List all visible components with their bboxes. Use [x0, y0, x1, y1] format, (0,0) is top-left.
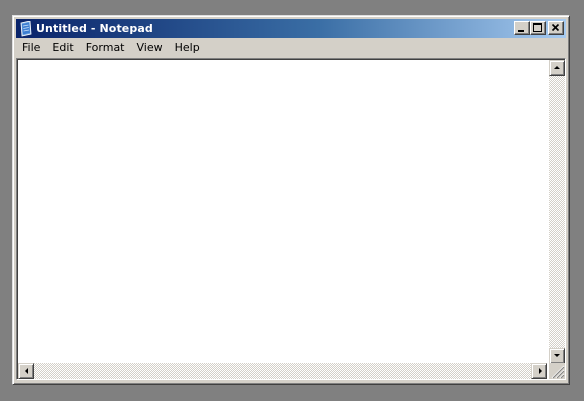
- maximize-button[interactable]: [530, 21, 546, 35]
- scroll-down-arrow-icon: [554, 354, 560, 357]
- menu-bar: File Edit Format View Help: [16, 39, 566, 57]
- text-editor[interactable]: [18, 60, 547, 364]
- menu-format[interactable]: Format: [80, 40, 131, 56]
- close-icon: [551, 23, 560, 32]
- window-title: Untitled - Notepad: [36, 22, 153, 35]
- scroll-up-arrow-icon: [554, 66, 560, 69]
- size-grip-icon[interactable]: [549, 363, 565, 379]
- minimize-button[interactable]: [514, 21, 530, 35]
- close-button[interactable]: [548, 21, 564, 35]
- vertical-scrollbar[interactable]: [549, 60, 565, 364]
- notepad-icon[interactable]: [19, 20, 33, 37]
- minimize-icon: [518, 30, 524, 32]
- edit-area: [17, 59, 565, 379]
- scroll-right-button[interactable]: [531, 363, 547, 379]
- edit-area-frame: [16, 58, 566, 380]
- menu-help[interactable]: Help: [169, 40, 206, 56]
- scroll-down-button[interactable]: [549, 348, 565, 364]
- title-bar[interactable]: Untitled - Notepad: [16, 19, 566, 38]
- scroll-up-button[interactable]: [549, 60, 565, 76]
- menu-edit[interactable]: Edit: [46, 40, 79, 56]
- scroll-left-button[interactable]: [18, 363, 34, 379]
- scroll-left-arrow-icon: [25, 368, 28, 374]
- title-buttons: [514, 21, 564, 35]
- notepad-window: Untitled - Notepad File Edit Format View…: [12, 15, 570, 385]
- menu-view[interactable]: View: [131, 40, 169, 56]
- scroll-right-arrow-icon: [539, 368, 542, 374]
- maximize-icon: [533, 23, 542, 32]
- horizontal-scrollbar[interactable]: [18, 363, 547, 379]
- menu-file[interactable]: File: [16, 40, 46, 56]
